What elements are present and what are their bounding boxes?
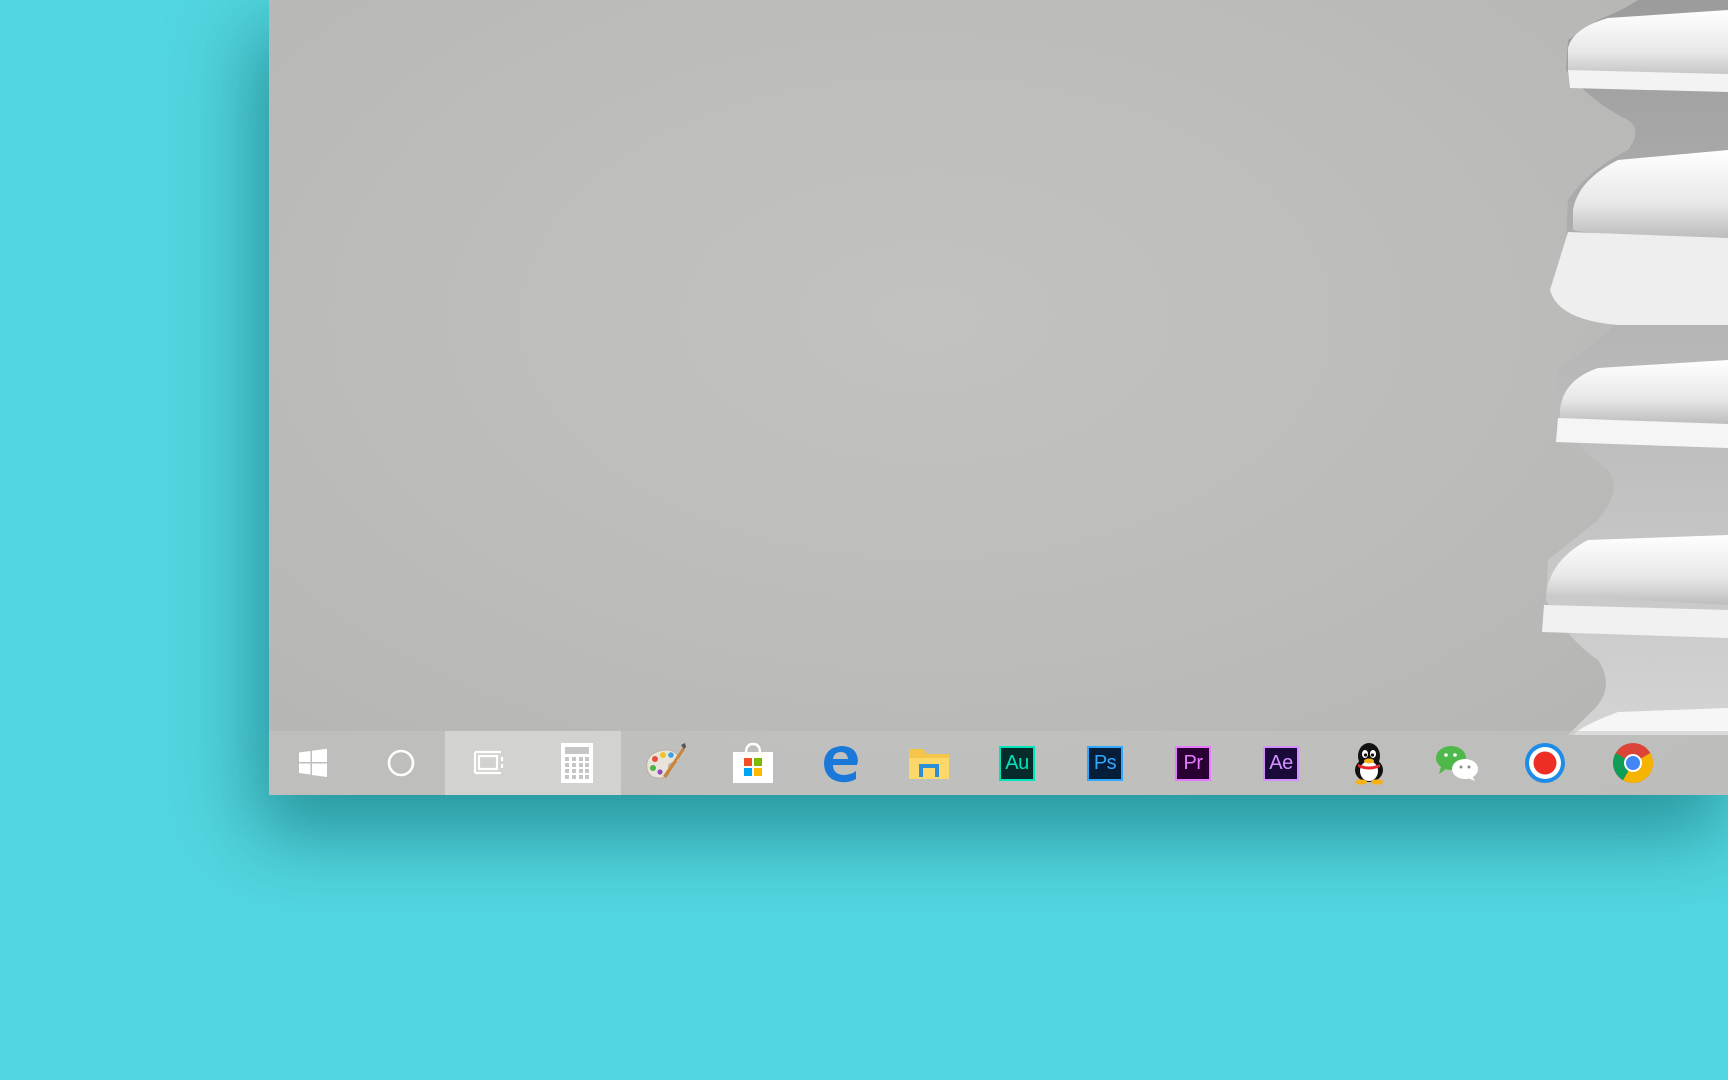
- taskbar: Au Ps Pr Ae: [269, 731, 1728, 795]
- after-effects-button[interactable]: Ae: [1237, 731, 1325, 795]
- adobe-photoshop-icon: Ps: [1087, 745, 1123, 781]
- windows-logo-icon: [299, 748, 327, 777]
- calculator-button[interactable]: [533, 731, 621, 795]
- calculator-icon: [561, 743, 593, 783]
- start-button[interactable]: [269, 731, 357, 795]
- recorder-button[interactable]: [1501, 731, 1589, 795]
- paint-button[interactable]: [621, 731, 709, 795]
- task-view-button[interactable]: [445, 731, 533, 795]
- chrome-button[interactable]: [1589, 731, 1677, 795]
- search-button[interactable]: [357, 731, 445, 795]
- photoshop-button[interactable]: Ps: [1061, 731, 1149, 795]
- canvas-background: Au Ps Pr Ae: [0, 0, 1728, 1080]
- chrome-icon: [1613, 743, 1653, 783]
- qq-button[interactable]: [1325, 731, 1413, 795]
- photoshop-label: Ps: [1093, 751, 1117, 774]
- premiere-label: Pr: [1183, 751, 1204, 774]
- cortana-circle-icon: [387, 749, 415, 777]
- adobe-premiere-icon: Pr: [1175, 745, 1211, 781]
- adobe-after-effects-icon: Ae: [1263, 745, 1299, 781]
- paint-palette-icon: [646, 743, 686, 779]
- edge-button[interactable]: [797, 731, 885, 795]
- folder-icon: [909, 749, 949, 779]
- microsoft-store-icon: [733, 742, 773, 783]
- task-view-icon: [473, 750, 504, 775]
- edge-icon: [824, 746, 858, 783]
- store-button[interactable]: [709, 731, 797, 795]
- wechat-button[interactable]: [1413, 731, 1501, 795]
- desktop-screen: Au Ps Pr Ae: [269, 0, 1728, 795]
- audition-button[interactable]: Au: [973, 731, 1061, 795]
- wallpaper-shelves: [1542, 0, 1728, 735]
- qq-penguin-icon: [1355, 743, 1383, 785]
- record-icon: [1525, 743, 1565, 783]
- after-effects-label: Ae: [1269, 751, 1293, 774]
- audition-label: Au: [1005, 751, 1029, 774]
- adobe-audition-icon: Au: [999, 745, 1035, 781]
- wechat-icon: [1436, 746, 1478, 781]
- premiere-button[interactable]: Pr: [1149, 731, 1237, 795]
- file-explorer-button[interactable]: [885, 731, 973, 795]
